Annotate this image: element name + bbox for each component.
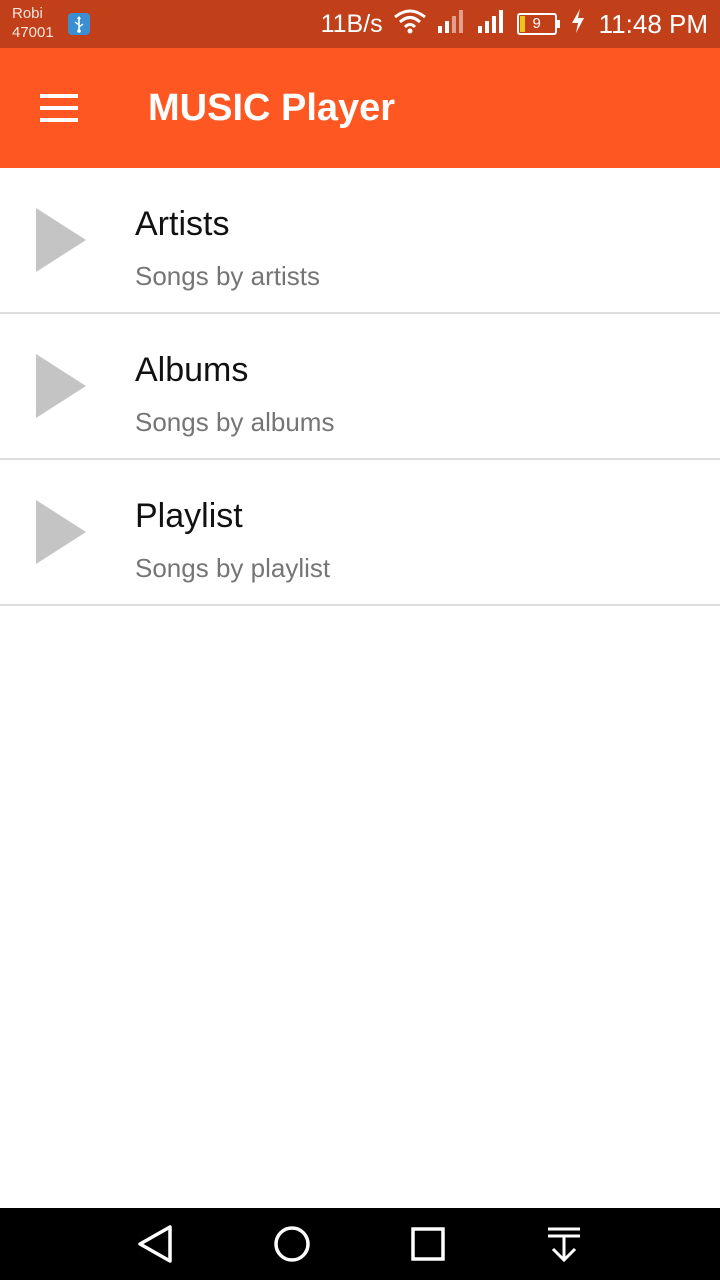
list-item-subtitle: Songs by artists: [135, 261, 320, 291]
list-item-title: Playlist: [135, 497, 243, 535]
play-icon: [34, 354, 88, 418]
carrier-code: 47001: [12, 24, 54, 41]
net-speed: 11B/s: [320, 9, 383, 38]
list-item-title: Albums: [135, 351, 249, 389]
carrier-name: Robi: [12, 5, 43, 22]
recents-icon[interactable]: [406, 1222, 450, 1266]
category-list: Artists Songs by artists Albums Songs by…: [0, 168, 720, 606]
signal-icon: [437, 8, 467, 41]
list-item-albums[interactable]: Albums Songs by albums: [0, 314, 720, 460]
menu-icon[interactable]: [40, 92, 80, 124]
app-title: MUSIC Player: [148, 87, 396, 129]
app-bar: MUSIC Player: [0, 48, 720, 168]
home-icon[interactable]: [270, 1222, 314, 1266]
back-icon[interactable]: [134, 1222, 178, 1266]
list-item-subtitle: Songs by playlist: [135, 553, 331, 583]
notifications-pulldown-icon[interactable]: [542, 1222, 586, 1266]
carrier-info: Robi 47001: [12, 4, 54, 42]
signal-icon: [477, 8, 507, 41]
list-item-title: Artists: [135, 205, 230, 243]
status-indicators: 11B/s 9 11:48 PM: [321, 0, 708, 48]
usb-icon: [68, 13, 90, 35]
charging-icon: [571, 8, 585, 41]
screen: Robi 47001 11B/s 9 11:48 PM MUSIC Player…: [0, 0, 720, 1280]
clock: 11:48 PM: [598, 8, 708, 39]
play-icon: [34, 208, 88, 272]
wifi-icon: [393, 8, 427, 41]
play-icon: [34, 500, 88, 564]
battery-level: 9: [532, 15, 541, 32]
navigation-bar: [0, 1208, 720, 1280]
battery-icon: 9: [516, 12, 561, 36]
list-item-subtitle: Songs by albums: [135, 407, 335, 437]
list-item-playlist[interactable]: Playlist Songs by playlist: [0, 460, 720, 606]
status-bar: Robi 47001 11B/s 9 11:48 PM: [0, 0, 720, 48]
list-item-artists[interactable]: Artists Songs by artists: [0, 168, 720, 314]
